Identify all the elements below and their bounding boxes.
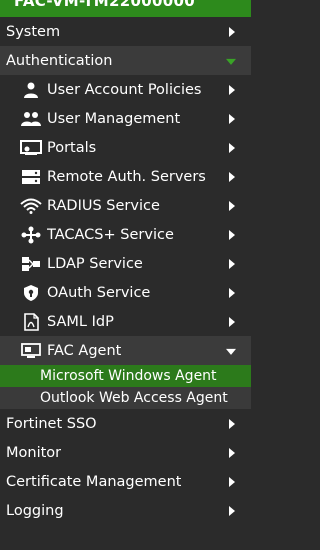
menu-oauth-service[interactable]: OAuth Service: [0, 278, 251, 307]
menu-system[interactable]: System: [0, 17, 251, 46]
menu-system-label: System: [6, 23, 61, 40]
chevron-right-icon: [229, 418, 235, 429]
menu-user-account-policies-label: User Account Policies: [47, 81, 202, 98]
radius-wifi-icon: [20, 197, 42, 215]
chevron-right-icon: [229, 258, 235, 269]
menu-monitor[interactable]: Monitor: [0, 438, 251, 467]
menu-certificate-management[interactable]: Certificate Management: [0, 467, 251, 496]
portals-icon: [20, 139, 42, 157]
header-title: FAC-VM-TM22000000: [14, 0, 195, 10]
chevron-right-icon: [229, 447, 235, 458]
menu-certificate-management-label: Certificate Management: [6, 473, 182, 490]
menu-portals[interactable]: Portals: [0, 133, 251, 162]
menu-monitor-label: Monitor: [6, 444, 62, 461]
menu-logging[interactable]: Logging: [0, 496, 251, 525]
chevron-right-icon: [229, 142, 235, 153]
chevron-down-icon: [226, 348, 236, 355]
menu-fortinet-sso-label: Fortinet SSO: [6, 415, 97, 432]
menu-authentication-label: Authentication: [6, 52, 113, 69]
chevron-right-icon: [229, 84, 235, 95]
chevron-right-icon: [229, 476, 235, 487]
menu-user-account-policies[interactable]: User Account Policies: [0, 75, 251, 104]
chevron-right-icon: [229, 287, 235, 298]
menu-saml-idp-label: SAML IdP: [47, 313, 114, 330]
chevron-right-icon: [229, 505, 235, 516]
menu-user-management-label: User Management: [47, 110, 181, 127]
menu-oauth-service-label: OAuth Service: [47, 284, 151, 301]
chevron-right-icon: [229, 229, 235, 240]
menu-remote-auth-servers[interactable]: Remote Auth. Servers: [0, 162, 251, 191]
menu-portals-label: Portals: [47, 139, 97, 156]
user-account-policies-icon: [20, 81, 42, 99]
menu-fortinet-sso[interactable]: Fortinet SSO: [0, 409, 251, 438]
menu-authentication[interactable]: Authentication: [0, 46, 251, 75]
menu-user-management[interactable]: User Management: [0, 104, 251, 133]
remote-servers-icon: [20, 168, 42, 186]
users-icon: [20, 110, 42, 128]
menu-fac-agent[interactable]: FAC Agent: [0, 336, 251, 365]
menu-microsoft-windows-agent[interactable]: Microsoft Windows Agent: [0, 365, 251, 387]
fac-agent-icon: [20, 342, 42, 360]
chevron-down-icon: [226, 58, 236, 65]
tacacs-icon: [20, 226, 42, 244]
menu-tacacs-service-label: TACACS+ Service: [47, 226, 174, 243]
top-header-bar: FAC-VM-TM22000000: [0, 0, 251, 17]
chevron-right-icon: [229, 316, 235, 327]
menu-tacacs-service[interactable]: TACACS+ Service: [0, 220, 251, 249]
saml-document-icon: [20, 312, 42, 331]
ldap-icon: [20, 255, 42, 273]
menu-radius-service[interactable]: RADIUS Service: [0, 191, 251, 220]
menu-microsoft-windows-agent-label: Microsoft Windows Agent: [40, 368, 217, 384]
menu-fac-agent-label: FAC Agent: [47, 342, 122, 359]
chevron-right-icon: [229, 171, 235, 182]
chevron-right-icon: [229, 26, 235, 37]
menu-radius-service-label: RADIUS Service: [47, 197, 160, 214]
menu-saml-idp[interactable]: SAML IdP: [0, 307, 251, 336]
chevron-right-icon: [229, 113, 235, 124]
menu-outlook-web-access-agent-label: Outlook Web Access Agent: [40, 390, 228, 406]
menu-ldap-service-label: LDAP Service: [47, 255, 143, 272]
menu-logging-label: Logging: [6, 502, 64, 519]
sidebar-nav: FAC-VM-TM22000000 System Authentication …: [0, 0, 251, 550]
oauth-shield-icon: [20, 284, 42, 302]
menu-outlook-web-access-agent[interactable]: Outlook Web Access Agent: [0, 387, 251, 409]
menu-ldap-service[interactable]: LDAP Service: [0, 249, 251, 278]
menu-remote-auth-servers-label: Remote Auth. Servers: [47, 168, 206, 185]
chevron-right-icon: [229, 200, 235, 211]
